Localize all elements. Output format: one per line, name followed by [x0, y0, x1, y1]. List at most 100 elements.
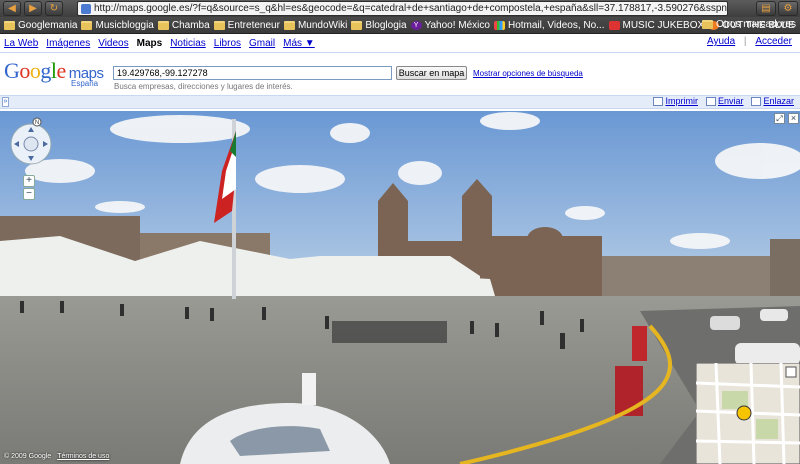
tools-menu-button[interactable]: ⚙ — [778, 1, 798, 16]
nav-web[interactable]: La Web — [4, 38, 38, 49]
folder-icon — [701, 20, 713, 29]
expand-button[interactable]: ⤢ — [774, 113, 785, 124]
link-action[interactable]: Enlazar — [751, 96, 794, 106]
bookmark-entreteneur[interactable]: Entreteneur — [213, 19, 280, 31]
print-label: Imprimir — [665, 96, 698, 106]
send-action[interactable]: Enviar — [705, 96, 744, 106]
copyright-text: © 2009 Google — [4, 453, 52, 460]
back-button[interactable]: ◀ — [3, 1, 21, 16]
barrier — [632, 326, 647, 361]
nav-books[interactable]: Libros — [214, 38, 241, 49]
logo-letter: e — [56, 58, 67, 83]
map-toolbar: » Imprimir Enviar Enlazar — [0, 95, 800, 109]
folder-icon — [157, 20, 169, 30]
folder-icon — [4, 20, 15, 30]
page-icon: ▤ — [761, 3, 771, 14]
nav-news[interactable]: Noticias — [170, 38, 206, 49]
bookmark-yahoo[interactable]: Y Yahoo! México — [410, 19, 490, 31]
country-label: España — [71, 79, 99, 88]
favicon-icon — [81, 3, 91, 14]
print-action[interactable]: Imprimir — [653, 96, 698, 106]
bookmark-label: Musicbloggia — [95, 19, 154, 31]
zoom-in-button[interactable]: + — [23, 175, 35, 187]
bookmark-label: Entreteneur — [227, 19, 280, 31]
link-label: Enlazar — [763, 96, 794, 106]
copyright: © 2009 Google Términos de uso — [4, 453, 109, 460]
bookmark-mundowiki[interactable]: MundoWiki — [283, 19, 348, 31]
browser-toolbar: ◀ ▶ ↻ http://maps.google.es/?f=q&source=… — [0, 0, 800, 17]
minus-icon: − — [26, 188, 32, 199]
bookmark-label: Hotmail, Videos, No... — [507, 19, 605, 31]
email-icon — [705, 96, 716, 106]
back-arrow-icon: ◀ — [8, 3, 16, 14]
mini-map[interactable] — [696, 363, 800, 464]
bookmark-label: Yahoo! México — [424, 19, 490, 31]
page-menu-button[interactable]: ▤ — [756, 1, 776, 16]
bookmark-googlemania[interactable]: Googlemania — [4, 20, 77, 31]
bookmark-label: Googlemania — [18, 19, 78, 31]
car — [760, 309, 788, 321]
bookmark-chamba[interactable]: Chamba — [157, 19, 210, 31]
yahoo-icon: Y — [410, 20, 422, 30]
nav-gmail[interactable]: Gmail — [249, 38, 275, 49]
collapse-panel-button[interactable]: » — [2, 97, 9, 107]
close-street-view-button[interactable]: × — [788, 113, 799, 124]
msn-icon — [493, 20, 505, 30]
pegman-icon — [736, 405, 752, 421]
reload-button[interactable]: ↻ — [45, 1, 63, 16]
search-options-link[interactable]: Mostrar opciones de búsqueda — [473, 69, 583, 78]
nav-maps-current: Maps — [136, 38, 163, 49]
bookmark-music-jukebox[interactable]: MUSIC JUKEBOX — [608, 19, 705, 31]
terms-link[interactable]: Términos de uso — [57, 453, 109, 460]
forward-arrow-icon: ▶ — [29, 3, 37, 14]
fence — [332, 321, 447, 343]
street-view-panorama[interactable]: N + − ⤢ × © 2009 Google Términos de uso — [0, 111, 800, 464]
street-view-scene — [0, 111, 800, 464]
search-button[interactable]: Buscar en mapa — [396, 66, 467, 80]
bookmark-bloglogia[interactable]: Bloglogia — [351, 19, 407, 31]
link-icon — [751, 96, 762, 106]
folder-icon — [283, 20, 295, 30]
send-label: Enviar — [717, 96, 744, 106]
signin-link[interactable]: Acceder — [755, 36, 792, 47]
plus-icon: + — [26, 175, 32, 186]
building-right-2 — [770, 239, 800, 299]
car — [710, 316, 740, 330]
url-text: http://maps.google.es/?f=q&source=s_q&hl… — [94, 3, 727, 14]
bookmark-label: Bloglogia — [365, 19, 407, 31]
bookmark-hotmail[interactable]: Hotmail, Videos, No... — [493, 19, 605, 31]
logo-letter: G — [4, 58, 20, 83]
expand-icon: ⤢ — [776, 114, 783, 123]
nav-more[interactable]: Más ▼ — [283, 38, 315, 49]
bookmark-musicbloggia[interactable]: Musicbloggia — [81, 19, 154, 31]
folder-icon — [81, 20, 93, 30]
search-input[interactable] — [113, 66, 392, 80]
bookmarks-bar: Googlemania Musicbloggia Chamba Entreten… — [0, 17, 800, 34]
bookmark-label: MUSIC JUKEBOX — [622, 19, 705, 31]
bookmark-label: MundoWiki — [297, 19, 348, 31]
help-link[interactable]: Ayuda — [707, 36, 735, 47]
bookmark-label: Chamba — [171, 19, 210, 31]
close-icon: × — [790, 113, 797, 123]
address-bar[interactable]: http://maps.google.es/?f=q&source=s_q&hl… — [77, 1, 728, 16]
other-bookmarks-label: Otros marcadores — [715, 19, 796, 30]
folder-icon — [213, 20, 225, 30]
logo-letter: o — [29, 58, 41, 83]
collapse-icon: » — [3, 98, 8, 105]
print-icon — [653, 96, 664, 106]
zoom-out-button[interactable]: − — [23, 188, 35, 200]
other-bookmarks[interactable]: Otros marcadores — [701, 19, 796, 30]
logo-letter: g — [40, 58, 51, 83]
wrench-icon: ⚙ — [783, 3, 793, 14]
forward-button[interactable]: ▶ — [24, 1, 42, 16]
nav-videos[interactable]: Videos — [98, 38, 128, 49]
search-hint: Busca empresas, direcciones y lugares de… — [114, 82, 293, 91]
google-nav: La Web Imágenes Videos Maps Noticias Lib… — [0, 36, 800, 51]
pan-control[interactable]: N — [8, 117, 54, 167]
logo-letter: o — [19, 58, 30, 83]
svg-text:N: N — [35, 120, 39, 126]
nav-images[interactable]: Imágenes — [46, 38, 90, 49]
nav-divider — [0, 52, 800, 53]
music-icon — [608, 20, 620, 30]
car — [735, 343, 800, 365]
